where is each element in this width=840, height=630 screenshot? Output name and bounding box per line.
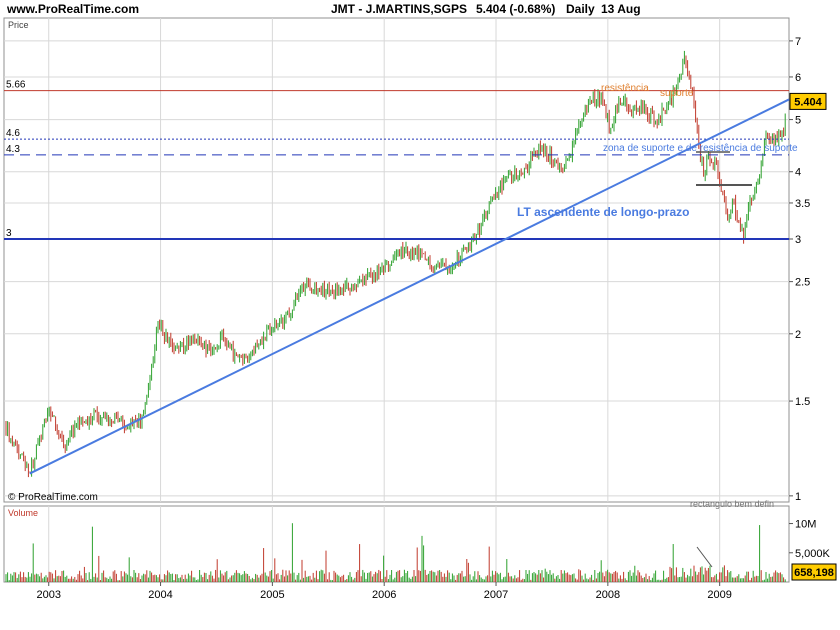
x-tick-label: 2006 — [372, 589, 396, 601]
chart-annotation: zona de suporte e de resistência de supo… — [603, 143, 798, 154]
volume-bars — [5, 523, 786, 582]
y-tick-label: 4 — [795, 167, 801, 179]
labels: 2003 2004 2005 2006 2007 2008 2009 1 1.5 2 2.5 3 3.5… — [6, 20, 837, 601]
chart-annotation: LT ascendente de longo-prazo — [517, 205, 689, 219]
last-price-value: 5.404 — [794, 96, 822, 108]
price-panel-label: Price — [8, 20, 29, 30]
y-tick-label: 2 — [795, 329, 801, 341]
chart-annotation: resistência — [601, 83, 649, 94]
price-volume-chart[interactable]: 2003 2004 2005 2006 2007 2008 2009 1 1.5 2 2.5 3 3.5… — [0, 0, 840, 630]
x-tick-label: 2009 — [707, 589, 731, 601]
y-tick-label: 5 — [795, 115, 801, 127]
x-tick-label: 2004 — [148, 589, 172, 601]
x-tick-label: 2003 — [36, 589, 60, 601]
volume-y-tick-label: 10M — [795, 519, 816, 531]
long-term-trendline — [29, 98, 790, 475]
volume-y-tick-label: 5,000K — [795, 548, 831, 560]
y-tick-label: 3 — [795, 234, 801, 246]
level-label: 4.3 — [6, 144, 20, 155]
watermark: © ProRealTime.com — [8, 492, 98, 503]
x-tick-label: 2005 — [260, 589, 284, 601]
y-tick-label: 6 — [795, 72, 801, 84]
x-tick-label: 2008 — [596, 589, 620, 601]
trendline-group — [29, 98, 790, 568]
volume-panel-label: Volume — [8, 508, 38, 518]
y-tick-label: 3.5 — [795, 198, 810, 210]
y-tick-label: 1 — [795, 491, 801, 503]
y-tick-label: 2.5 — [795, 277, 810, 289]
level-label: 5.66 — [6, 80, 26, 91]
x-tick-label: 2007 — [484, 589, 508, 601]
chart-annotation: suporte — [660, 88, 694, 99]
level-label: 4.6 — [6, 128, 20, 139]
chart-annotation: rectangulo bem defin — [690, 499, 774, 509]
volume-spike-marker — [696, 546, 713, 568]
y-tick-label: 7 — [795, 36, 801, 48]
price-candles — [5, 50, 786, 478]
level-label: 3 — [6, 228, 12, 239]
chart-root: www.ProRealTime.com JMT - J.MARTINS,SGPS… — [0, 0, 840, 630]
y-tick-label: 1.5 — [795, 396, 810, 408]
last-volume-value: 658,198 — [794, 567, 834, 579]
